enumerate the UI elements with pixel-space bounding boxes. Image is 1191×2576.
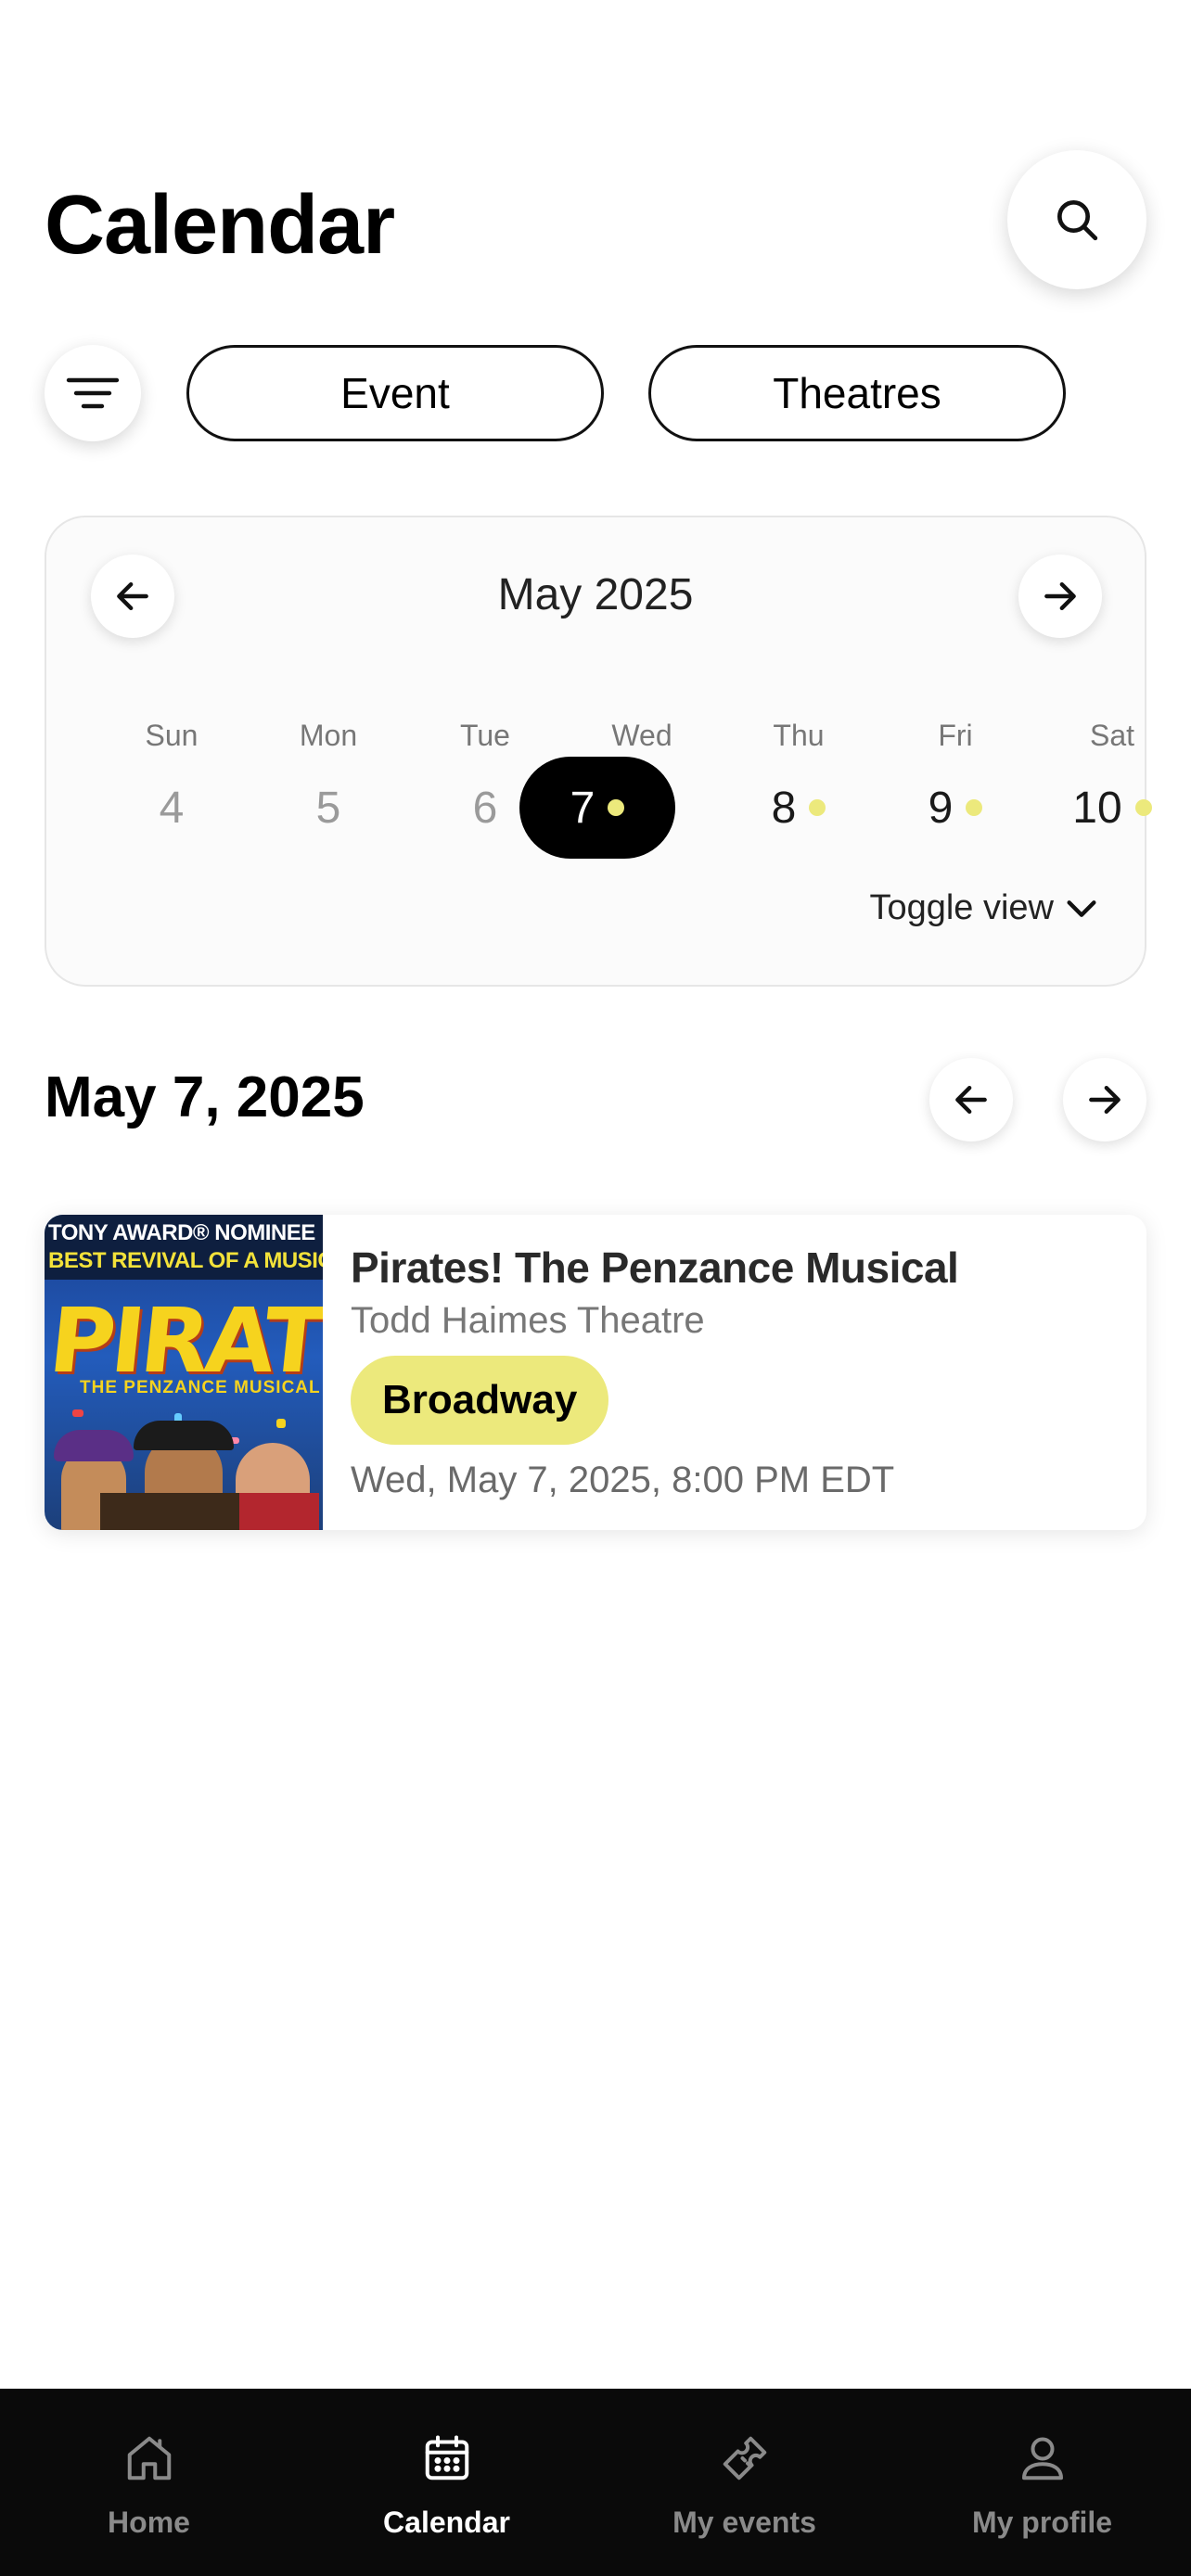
event-category-badge: Broadway <box>351 1356 609 1445</box>
calendar-card: May 2025 Sun Mon Tue Wed Thu Fri Sat 4 5… <box>45 516 1152 987</box>
tab-label: Calendar <box>383 2506 510 2539</box>
event-title: Pirates! The Penzance Musical <box>351 1243 959 1292</box>
arrow-left-icon <box>955 1085 987 1115</box>
event-poster-image: TONY AWARD® NOMINEE BEST REVIVAL OF A MU… <box>45 1215 323 1530</box>
filter-button[interactable] <box>45 345 141 441</box>
search-icon <box>1057 200 1098 241</box>
event-card[interactable]: TONY AWARD® NOMINEE BEST REVIVAL OF A MU… <box>45 1215 1146 1530</box>
weekday-label: Sat <box>1089 719 1135 752</box>
weekday-label: Tue <box>460 719 510 752</box>
date-cell[interactable]: 9 <box>877 757 1033 859</box>
profile-icon <box>1021 2437 1063 2480</box>
home-icon <box>127 2436 171 2480</box>
calendar-icon <box>425 2435 468 2480</box>
event-dot <box>966 799 983 816</box>
tab-label: My events <box>672 2506 816 2539</box>
date-cell-selected[interactable]: 7 <box>519 757 675 859</box>
event-dot <box>608 799 625 816</box>
date-cell[interactable]: 5 <box>250 757 406 859</box>
toggle-view-button[interactable]: Toggle view <box>869 888 1100 928</box>
weekday-label: Mon <box>299 719 358 752</box>
page-title: Calendar <box>45 179 395 272</box>
tab-label: My profile <box>971 2506 1113 2539</box>
event-datetime: Wed, May 7, 2025, 8:00 PM EDT <box>351 1460 895 1500</box>
weekday-label: Thu <box>773 719 825 752</box>
selected-day-heading: May 7, 2025 <box>45 1065 365 1129</box>
next-week-button[interactable] <box>1018 555 1102 638</box>
date-cell[interactable]: 4 <box>94 757 250 859</box>
tab-label: Home <box>108 2506 190 2539</box>
search-button[interactable] <box>1007 150 1146 289</box>
weekday-label: Wed <box>611 719 672 752</box>
arrow-right-icon <box>1044 581 1076 611</box>
filter-icon <box>66 377 120 409</box>
toggle-view-label: Toggle view <box>869 888 1054 927</box>
tab-calendar[interactable]: Calendar <box>298 2389 596 2576</box>
event-dot <box>1134 799 1152 816</box>
date-cell[interactable]: 10 <box>1034 757 1190 859</box>
event-dot <box>809 799 826 816</box>
tab-my-events[interactable]: My events <box>596 2389 893 2576</box>
weekday-label: Fri <box>938 719 973 752</box>
event-venue: Todd Haimes Theatre <box>351 1300 705 1341</box>
ticket-icon <box>723 2436 766 2480</box>
date-cell[interactable]: 8 <box>721 757 877 859</box>
weekday-label: Sun <box>145 719 198 752</box>
tab-my-profile[interactable]: My profile <box>893 2389 1191 2576</box>
event-filter-button[interactable]: Event <box>186 345 604 441</box>
month-label: May 2025 <box>497 570 694 619</box>
bottom-tab-bar: Home Calendar My events My profile <box>0 2389 1191 2576</box>
theatres-filter-button[interactable]: Theatres <box>648 345 1066 441</box>
next-day-button[interactable] <box>1063 1058 1146 1141</box>
prev-day-button[interactable] <box>929 1058 1013 1141</box>
tab-home[interactable]: Home <box>0 2389 298 2576</box>
chevron-down-icon <box>1067 899 1096 917</box>
arrow-right-icon <box>1089 1085 1121 1115</box>
